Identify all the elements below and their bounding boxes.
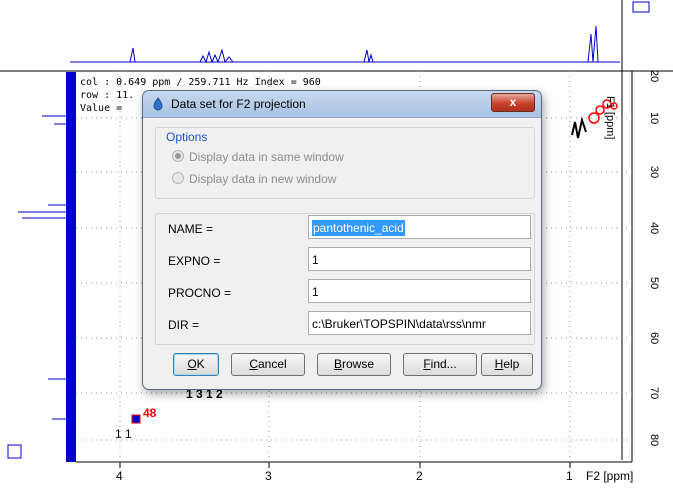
name-value: pantothenic_acid xyxy=(312,220,405,236)
find-mnemonic: F xyxy=(423,357,431,371)
close-icon: x xyxy=(509,95,517,109)
f1-projection xyxy=(18,72,76,462)
x-ticks xyxy=(119,462,571,468)
name-label: NAME = xyxy=(168,222,214,236)
cancel-label: ancel xyxy=(257,357,287,371)
bottom-left-box xyxy=(7,444,22,459)
peak-label-1-1: 1 1 xyxy=(115,427,132,441)
radio-new-window[interactable]: Display data in new window xyxy=(172,172,336,186)
f2-projection xyxy=(70,25,620,64)
dialog-buttons: OK Cancel Browse Find... Help xyxy=(155,351,533,379)
expno-row: EXPNO = 1 xyxy=(156,246,534,274)
radio-same-window-label: Display data in same window xyxy=(189,150,344,164)
find-button[interactable]: Find... xyxy=(403,353,477,376)
y-tick-30: 30 xyxy=(648,166,660,179)
cursor-row-readout: row : 11. xyxy=(80,90,135,101)
radio-unchecked-icon xyxy=(172,172,184,184)
y-tick-60: 60 xyxy=(648,332,660,345)
browse-mnemonic: B xyxy=(333,357,342,371)
expno-field[interactable]: 1 xyxy=(308,247,531,271)
radio-same-window[interactable]: Display data in same window xyxy=(172,150,344,164)
dir-label: DIR = xyxy=(168,318,200,332)
help-label: elp xyxy=(503,357,520,371)
name-field[interactable]: pantothenic_acid xyxy=(308,215,531,239)
dialog-title: Data set for F2 projection xyxy=(171,97,306,111)
cancel-button[interactable]: Cancel xyxy=(231,353,305,376)
dialog-titlebar[interactable]: Data set for F2 projection x xyxy=(143,91,541,118)
y-tick-20: 20 xyxy=(648,70,660,83)
find-label: ind... xyxy=(430,357,457,371)
cross-peak-48 xyxy=(131,414,141,424)
procno-field[interactable]: 1 xyxy=(308,279,531,303)
y-axis-label: F1 [ppm] xyxy=(604,96,616,140)
y-tick-50: 50 xyxy=(648,277,660,290)
peak-label-48: 48 xyxy=(143,406,157,420)
ok-mnemonic: O xyxy=(187,357,197,371)
cursor-value-readout: Value = xyxy=(80,103,123,114)
y-tick-80: 80 xyxy=(648,434,660,447)
x-tick-1: 1 xyxy=(566,469,573,483)
x-tick-3: 3 xyxy=(265,469,272,483)
cursor-col-readout: col : 0.649 ppm / 259.711 Hz Index = 960 xyxy=(80,77,321,88)
browse-button[interactable]: Browse xyxy=(317,353,391,376)
corner-box xyxy=(632,1,650,13)
x-tick-2: 2 xyxy=(416,469,423,483)
x-axis-label: F2 [ppm] xyxy=(586,469,634,483)
app-icon xyxy=(153,97,163,111)
help-button[interactable]: Help xyxy=(481,353,533,376)
dialog-body: Options Display data in same window Disp… xyxy=(149,119,535,381)
expno-label: EXPNO = xyxy=(168,254,221,268)
close-button[interactable]: x xyxy=(491,93,535,112)
x-tick-4: 4 xyxy=(116,469,123,483)
f2-projection-dialog: Data set for F2 projection x Options Dis… xyxy=(142,90,542,390)
dataset-fields: NAME = pantothenic_acid EXPNO = 1 PROCNO… xyxy=(155,213,535,345)
procno-label: PROCNO = xyxy=(168,286,232,300)
y-tick-70: 70 xyxy=(648,387,660,400)
ok-button[interactable]: OK xyxy=(173,353,219,376)
y-tick-40: 40 xyxy=(648,222,660,235)
options-legend: Options xyxy=(164,130,210,144)
dir-row: DIR = c:\Bruker\TOPSPIN\data\rss\nmr xyxy=(156,310,534,338)
options-group: Options Display data in same window Disp… xyxy=(155,127,535,199)
cancel-mnemonic: C xyxy=(249,357,258,371)
dir-field[interactable]: c:\Bruker\TOPSPIN\data\rss\nmr xyxy=(308,311,531,335)
ok-label: K xyxy=(196,357,205,371)
radio-new-window-label: Display data in new window xyxy=(189,172,337,186)
procno-row: PROCNO = 1 xyxy=(156,278,534,306)
name-row: NAME = pantothenic_acid xyxy=(156,214,534,242)
y-tick-10: 10 xyxy=(648,112,660,125)
browse-label: rowse xyxy=(342,357,375,371)
radio-checked-icon xyxy=(172,150,184,162)
